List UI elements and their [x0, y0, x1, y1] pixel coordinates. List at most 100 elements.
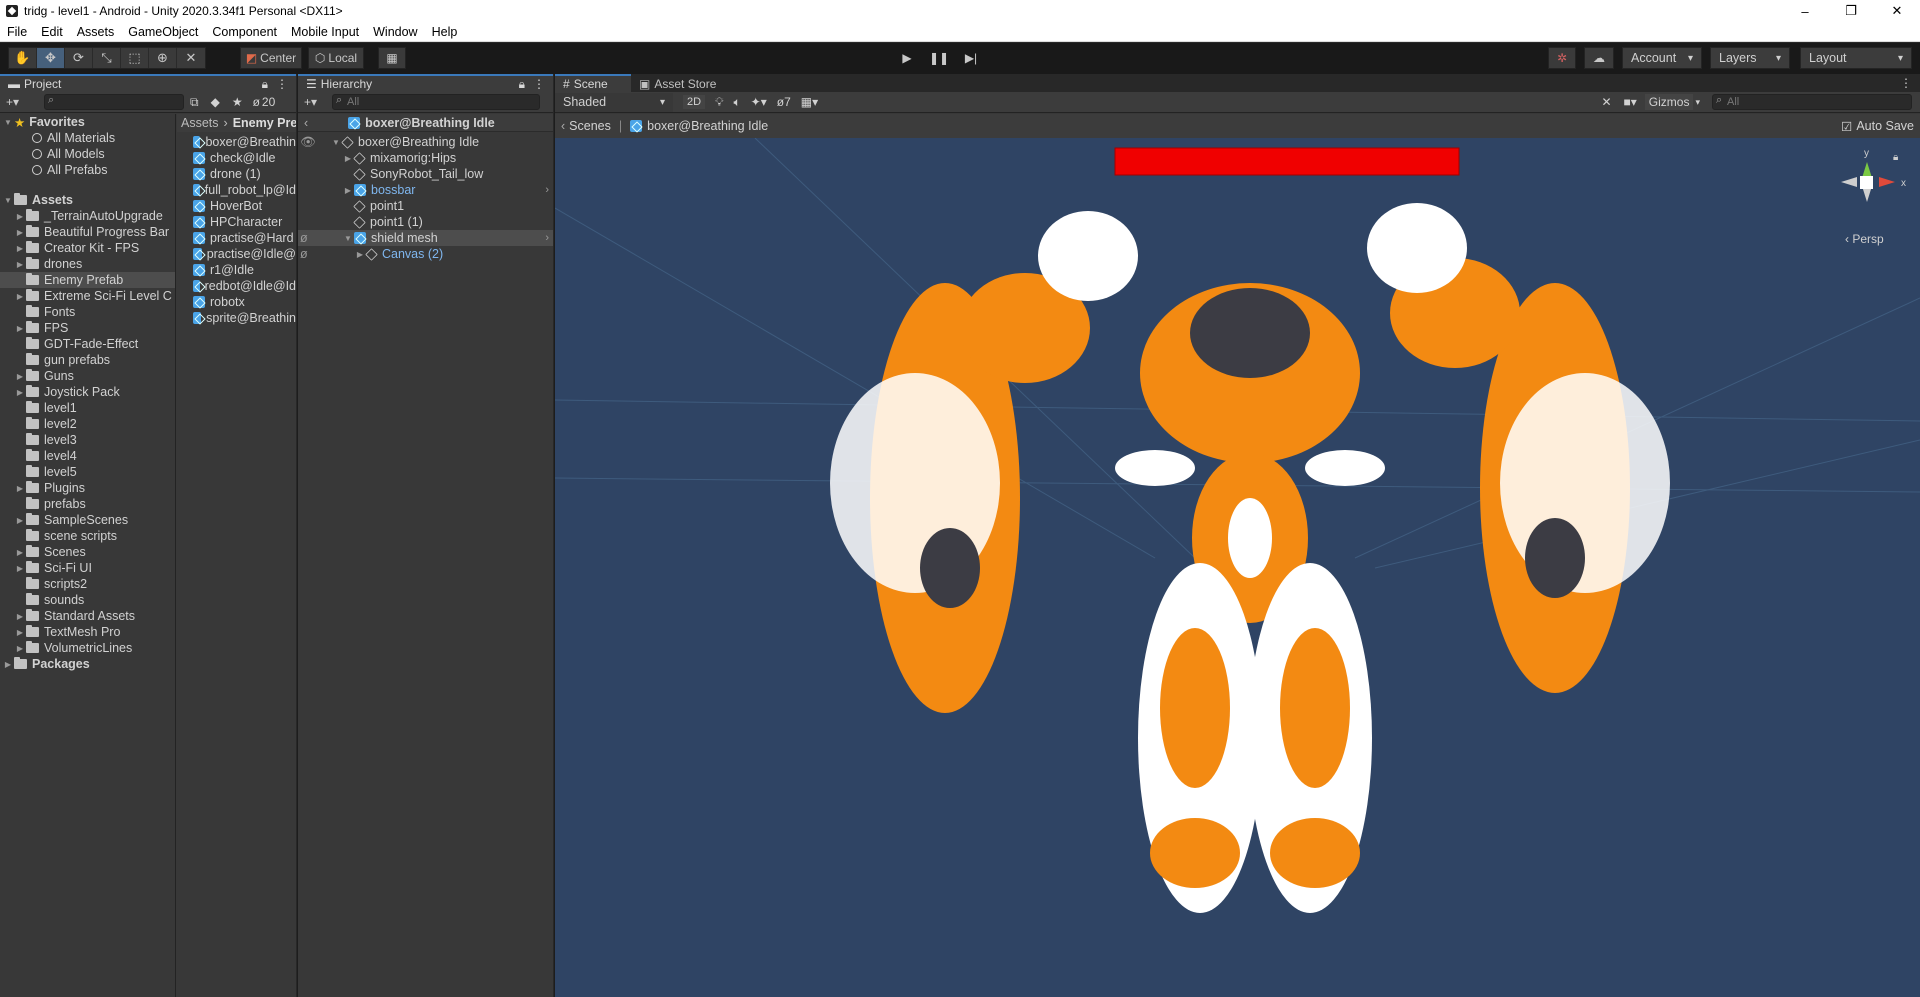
- cloud-button[interactable]: ☁: [1584, 47, 1614, 69]
- visibility-icon[interactable]: 👁︎: [300, 135, 316, 150]
- chevron-right-icon[interactable]: ›: [545, 232, 549, 244]
- visibility-off-icon[interactable]: ø: [300, 247, 308, 261]
- menu-component[interactable]: Component: [205, 25, 284, 39]
- asset-item[interactable]: practise@Hard: [177, 230, 296, 246]
- asset-item[interactable]: check@Idle: [177, 150, 296, 166]
- tab-project[interactable]: ▬ Project 🔒︎ ⋮: [0, 74, 296, 92]
- rect-tool-icon[interactable]: ⬚: [121, 48, 149, 68]
- expand-arrow-icon[interactable]: ▶: [14, 388, 26, 397]
- hierarchy-search-input[interactable]: All: [332, 94, 540, 110]
- folder-item[interactable]: level4: [0, 448, 175, 464]
- breadcrumb-scenes[interactable]: Scenes: [569, 119, 611, 133]
- gizmos-dropdown[interactable]: Gizmos: [1644, 94, 1694, 110]
- expand-arrow-icon[interactable]: ▶: [14, 612, 26, 621]
- folder-item[interactable]: ▶ SampleScenes: [0, 512, 175, 528]
- hierarchy-item[interactable]: point1: [298, 198, 553, 214]
- breadcrumb-root[interactable]: Assets: [181, 116, 219, 130]
- folder-item[interactable]: ▶ TextMesh Pro: [0, 624, 175, 640]
- lighting-icon[interactable]: 💡︎: [715, 95, 723, 110]
- hierarchy-item[interactable]: ▶ bossbar ›: [298, 182, 553, 198]
- menu-gameobject[interactable]: GameObject: [121, 25, 205, 39]
- visibility-off-icon[interactable]: ø: [300, 231, 308, 245]
- expand-arrow-icon[interactable]: ▶: [14, 228, 26, 237]
- audio-icon[interactable]: 🔈︎: [733, 95, 740, 110]
- folder-item[interactable]: ▶ Creator Kit - FPS: [0, 240, 175, 256]
- grid-snap-button[interactable]: ▦: [378, 47, 406, 69]
- asset-item[interactable]: redbot@Idle@Id: [177, 278, 296, 294]
- folder-item[interactable]: ▶ Extreme Sci-Fi Level C: [0, 288, 175, 304]
- custom-tool-icon[interactable]: ✕: [177, 48, 205, 68]
- folder-item[interactable]: sounds: [0, 592, 175, 608]
- folder-item[interactable]: ▶ Plugins: [0, 480, 175, 496]
- rotate-tool-icon[interactable]: ⟳: [65, 48, 93, 68]
- gizmo-lock-icon[interactable]: 🔒︎: [1893, 152, 1898, 163]
- space-local-toggle[interactable]: ⬡ Local: [308, 47, 364, 69]
- breadcrumb-folder[interactable]: Enemy Pre: [233, 116, 296, 130]
- asset-item[interactable]: HPCharacter: [177, 214, 296, 230]
- hand-tool-icon[interactable]: ✋: [9, 48, 37, 68]
- expand-arrow-icon[interactable]: ▶: [14, 644, 26, 653]
- layers-dropdown[interactable]: Layers: [1710, 47, 1790, 69]
- folder-item[interactable]: ▶ Guns: [0, 368, 175, 384]
- asset-item[interactable]: practise@Idle@: [177, 246, 296, 262]
- asset-item[interactable]: boxer@Breathin: [177, 134, 296, 150]
- hierarchy-root[interactable]: ▼ boxer@Breathing Idle 👁︎: [298, 134, 553, 150]
- chevron-right-icon[interactable]: ›: [545, 184, 549, 196]
- folder-item[interactable]: ▶ Joystick Pack: [0, 384, 175, 400]
- folder-item[interactable]: ▶ Sci-Fi UI: [0, 560, 175, 576]
- transform-tool-icon[interactable]: ⊕: [149, 48, 177, 68]
- folder-item[interactable]: GDT-Fade-Effect: [0, 336, 175, 352]
- tab-hierarchy[interactable]: ☰ Hierarchy 🔒︎ ⋮: [298, 74, 553, 92]
- favorite-item[interactable]: All Models: [0, 146, 175, 162]
- persp-label[interactable]: ‹ Persp: [1845, 232, 1884, 246]
- hierarchy-item[interactable]: point1 (1): [298, 214, 553, 230]
- maximize-button[interactable]: ❐: [1828, 0, 1874, 22]
- kebab-menu-icon[interactable]: ⋮: [276, 77, 288, 91]
- folder-item[interactable]: level1: [0, 400, 175, 416]
- expand-arrow-icon[interactable]: ▶: [14, 548, 26, 557]
- kebab-menu-icon[interactable]: ⋮: [533, 77, 545, 91]
- menu-file[interactable]: File: [0, 25, 34, 39]
- layout-dropdown[interactable]: Layout: [1800, 47, 1912, 69]
- expand-arrow-icon[interactable]: ▶: [14, 244, 26, 253]
- shading-mode-dropdown[interactable]: Shaded: [555, 92, 673, 112]
- lock-icon[interactable]: 🔒︎: [262, 77, 268, 91]
- expand-arrow-icon[interactable]: ▶: [14, 372, 26, 381]
- autosave-checkbox[interactable]: ☑: [1841, 119, 1852, 134]
- folder-item[interactable]: scripts2: [0, 576, 175, 592]
- asset-item[interactable]: HoverBot: [177, 198, 296, 214]
- kebab-menu-icon[interactable]: ⋮: [1900, 76, 1912, 90]
- expand-arrow-icon[interactable]: ▶: [14, 212, 26, 221]
- grid-toggle-icon[interactable]: ▦▾: [801, 95, 818, 109]
- folder-item[interactable]: level3: [0, 432, 175, 448]
- scale-tool-icon[interactable]: ⤡: [93, 48, 121, 68]
- favorite-item[interactable]: All Materials: [0, 130, 175, 146]
- tab-scene[interactable]: # Scene: [555, 74, 631, 92]
- hierarchy-item[interactable]: SonyRobot_Tail_low: [298, 166, 553, 182]
- expand-arrow-icon[interactable]: ▼: [342, 234, 354, 243]
- expand-arrow-icon[interactable]: ▶: [14, 516, 26, 525]
- asset-item[interactable]: r1@Idle: [177, 262, 296, 278]
- breadcrumb-prefab[interactable]: boxer@Breathing Idle: [647, 119, 768, 133]
- asset-item[interactable]: drone (1): [177, 166, 296, 182]
- expand-arrow-icon[interactable]: ▶: [14, 292, 26, 301]
- expand-arrow-icon[interactable]: ▶: [342, 186, 354, 195]
- close-button[interactable]: ✕: [1874, 0, 1920, 22]
- create-object-button[interactable]: +▾: [304, 95, 332, 109]
- expand-arrow-icon[interactable]: ▶: [14, 564, 26, 573]
- favorite-star-icon[interactable]: ★: [232, 95, 243, 109]
- create-asset-button[interactable]: +▾: [6, 95, 30, 109]
- menu-assets[interactable]: Assets: [70, 25, 122, 39]
- asset-item[interactable]: full_robot_lp@Id: [177, 182, 296, 198]
- asset-item[interactable]: sprite@Breathin: [177, 310, 296, 326]
- folder-item[interactable]: Fonts: [0, 304, 175, 320]
- menu-edit[interactable]: Edit: [34, 25, 70, 39]
- folder-item[interactable]: ▶ _TerrainAutoUpgrade: [0, 208, 175, 224]
- hidden-packages-icon[interactable]: ø: [253, 95, 260, 109]
- favorites-header[interactable]: ▼ ★ Favorites: [0, 114, 175, 130]
- hierarchy-item[interactable]: ▶ mixamorig:Hips: [298, 150, 553, 166]
- effects-icon[interactable]: ✦▾: [751, 95, 767, 109]
- hidden-objects-icon[interactable]: ø: [777, 95, 784, 109]
- folder-item[interactable]: ▶ FPS: [0, 320, 175, 336]
- folder-item[interactable]: ▶ Standard Assets: [0, 608, 175, 624]
